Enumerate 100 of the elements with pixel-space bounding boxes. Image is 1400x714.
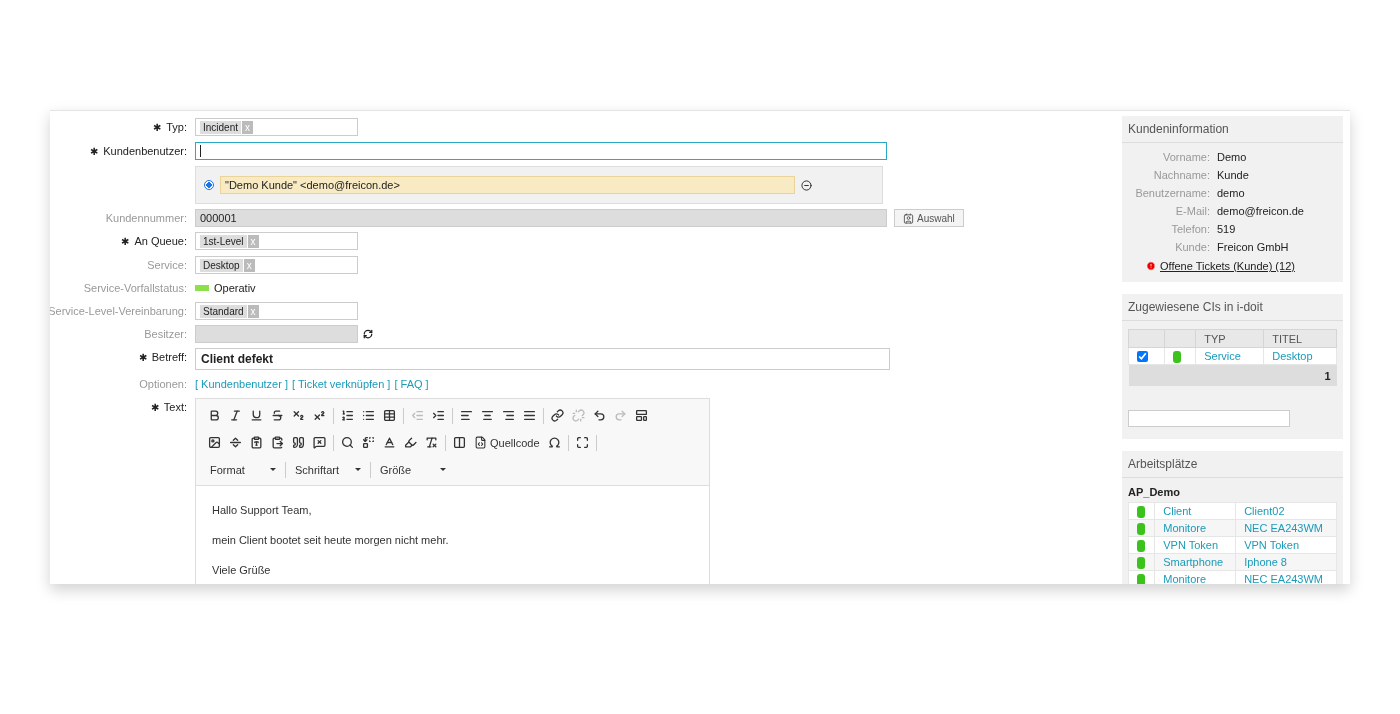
italic-icon <box>229 409 242 422</box>
image-icon <box>208 436 221 449</box>
underline-icon <box>250 409 263 422</box>
required-mark: ✱ <box>153 122 162 133</box>
unlink-icon <box>572 409 585 422</box>
quote-icon <box>292 436 305 449</box>
tag-field[interactable]: Desktop x <box>195 256 358 274</box>
tag-remove-button[interactable]: x <box>247 234 259 248</box>
column-header: TYP <box>1195 329 1264 348</box>
field-label: Typ: <box>166 121 187 133</box>
field-label: Kundennummer: <box>105 212 187 224</box>
info-label: Vorname: <box>1161 151 1210 163</box>
link-icon <box>551 409 564 422</box>
panel-title: Zugewiesene CIs in i-doit <box>1122 294 1343 321</box>
info-value: demo@freicon.de <box>1217 205 1305 217</box>
subscript-icon <box>292 409 305 422</box>
align-right-icon <box>502 409 515 422</box>
omega-icon <box>547 436 561 449</box>
field-label: Text: <box>163 401 187 413</box>
dropdown[interactable]: Format <box>204 463 282 476</box>
info-label: E-Mail: <box>1174 205 1210 217</box>
info-label: Nachname: <box>1152 169 1210 181</box>
editor-paragraph: mein Client bootet seit heute morgen nicht mehr. <box>212 534 450 546</box>
panel-title: Arbeitsplätze <box>1122 451 1343 478</box>
horizontal-line-icon <box>229 436 242 449</box>
field-label: Kundenbenutzer: <box>103 145 187 157</box>
source-code-button[interactable]: Quellcode <box>470 431 544 454</box>
contact-card-icon <box>903 212 914 224</box>
column-header: TITEL <box>1263 329 1337 348</box>
field-label: Service: <box>147 259 187 271</box>
owner-field[interactable] <box>195 325 358 343</box>
tag: Desktop <box>200 258 243 272</box>
redo-icon <box>614 409 627 422</box>
info-label: Kunde: <box>1174 241 1210 253</box>
info-label: Benutzername: <box>1134 187 1210 199</box>
outdent-icon <box>411 409 424 422</box>
customer-number-field: 000001 <box>195 209 887 227</box>
tag-remove-button[interactable]: x <box>243 258 255 272</box>
option-link[interactable]: [ Kundenbenutzer ] <box>195 375 288 393</box>
select-button[interactable]: Auswahl <box>894 209 964 227</box>
template-icon <box>635 409 648 422</box>
field-label: Service-Vorfallstatus: <box>83 282 187 294</box>
tag-field[interactable]: 1st-Level x <box>195 232 358 250</box>
table-icon <box>383 409 396 422</box>
customer-entry[interactable]: "Demo Kunde" <demo@freicon.de> <box>220 176 795 194</box>
tag: Standard <box>200 304 247 318</box>
replace-icon <box>362 436 375 449</box>
editor-paragraph: Hallo Support Team, <box>212 504 313 516</box>
tag: 1st-Level <box>200 234 247 248</box>
dropdown[interactable]: Schriftart <box>289 463 367 476</box>
remove-quote-icon <box>313 436 326 449</box>
tag-remove-button[interactable]: x <box>242 120 254 134</box>
dropdown[interactable]: Größe <box>374 463 452 476</box>
field-label: Optionen: <box>139 378 187 390</box>
tag-field[interactable]: Standard x <box>195 302 358 320</box>
info-value: 519 <box>1217 223 1237 235</box>
panel-title: Kundeninformation <box>1122 116 1343 143</box>
bold-icon <box>208 409 221 422</box>
refresh-icon[interactable] <box>363 329 373 339</box>
radio-button[interactable] <box>204 180 214 190</box>
required-mark: ✱ <box>121 236 130 247</box>
numbered-list-icon <box>341 409 354 422</box>
info-value: Demo <box>1217 151 1248 163</box>
workplace-name: AP_Demo <box>1127 485 1181 500</box>
bullet-list-icon <box>362 409 375 422</box>
search-icon <box>341 436 354 449</box>
input-field[interactable] <box>1128 410 1290 427</box>
total-count: 1 <box>1128 364 1337 386</box>
paste-text-icon <box>250 436 263 449</box>
option-link[interactable]: [ FAQ ] <box>394 375 429 393</box>
open-tickets-link[interactable]: Offene Tickets (Kunde) (12) <box>1160 260 1295 272</box>
status-text: Operativ <box>214 282 256 294</box>
info-value: Freicon GmbH <box>1217 241 1290 253</box>
option-link[interactable]: [ Ticket verknüpfen ] <box>291 375 391 393</box>
indent-icon <box>432 409 445 422</box>
tag: Incident <box>200 120 242 134</box>
remove-icon[interactable] <box>801 179 812 191</box>
align-left-icon <box>460 409 473 422</box>
subject-field[interactable]: Client defekt <box>195 348 890 370</box>
tag-field[interactable]: Incident x <box>195 118 358 136</box>
source-code-icon <box>474 436 487 449</box>
required-mark: ✱ <box>138 352 147 363</box>
customer-user-input[interactable] <box>195 142 887 160</box>
maximize-icon <box>575 436 589 449</box>
info-value: demo <box>1217 187 1246 199</box>
info-label: Telefon: <box>1170 223 1210 235</box>
justify-icon <box>523 409 536 422</box>
editor-paragraph: Viele Grüße <box>212 564 272 576</box>
required-mark: ✱ <box>150 402 159 413</box>
required-mark: ✱ <box>90 146 99 157</box>
field-label: Betreff: <box>151 351 187 363</box>
strikethrough-icon <box>271 409 284 422</box>
tag-remove-button[interactable]: x <box>247 304 259 318</box>
field-label: Besitzer: <box>144 328 187 340</box>
undo-icon <box>593 409 606 422</box>
checkbox[interactable] <box>1137 351 1148 363</box>
align-center-icon <box>481 409 494 422</box>
info-value: Kunde <box>1217 169 1250 181</box>
remove-format-icon <box>425 436 438 449</box>
alert-icon <box>1146 261 1156 271</box>
